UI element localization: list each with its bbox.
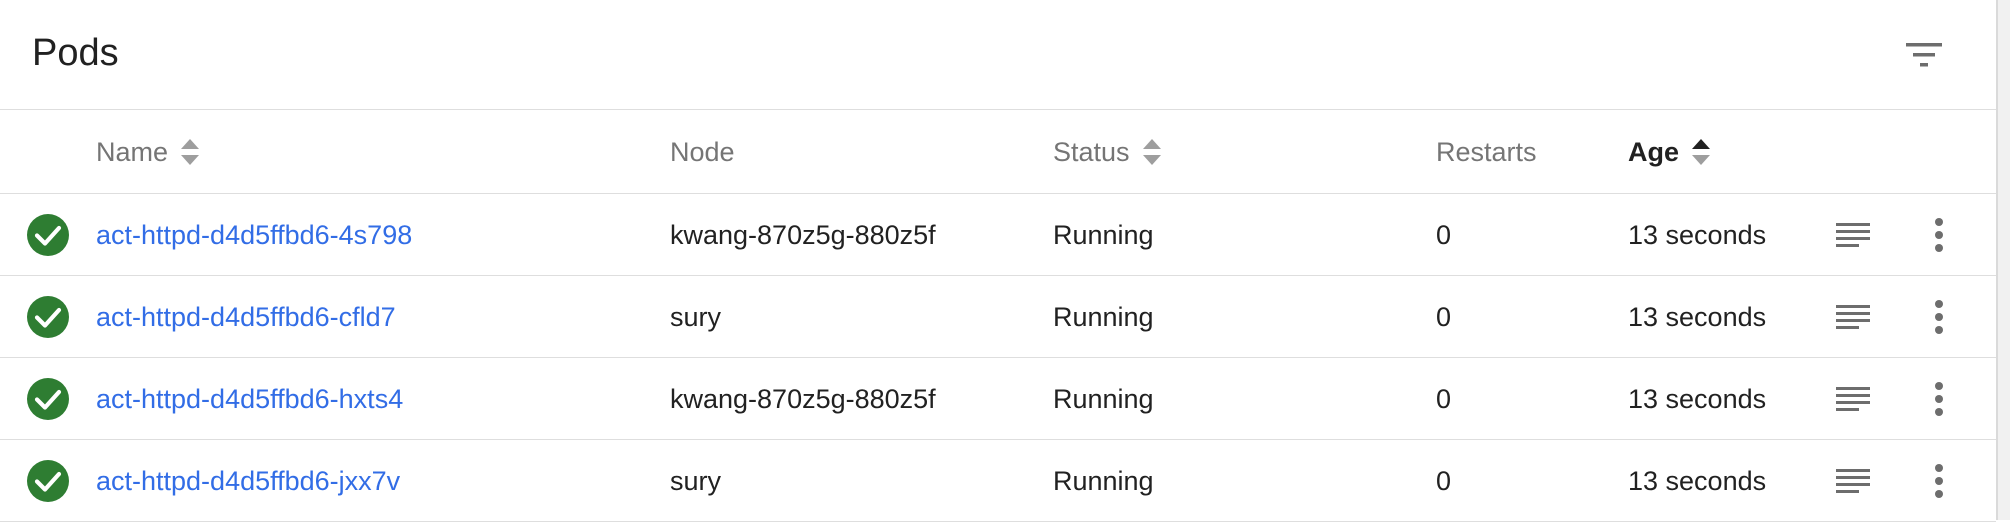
pod-node: sury [670,301,722,332]
pod-name-link[interactable]: act-httpd-d4d5ffbd6-hxts4 [96,358,403,440]
table-row: act-httpd-d4d5ffbd6-hxts4 kwang-870z5g-8… [0,358,1996,440]
pod-status: Running [1053,383,1154,414]
pod-restarts: 0 [1436,465,1452,496]
pod-node: sury [670,465,722,496]
pods-card: Pods Name Node Status Restarts Age act-h… [0,0,1998,522]
card-title: Pods [32,32,119,74]
column-label-age: Age [1628,136,1680,167]
scrollbar[interactable] [1998,0,2010,520]
card-header: Pods [0,0,1996,110]
more-actions-button[interactable] [1914,374,1964,424]
table-row: act-httpd-d4d5ffbd6-cfld7 sury Running 0… [0,276,1996,358]
pod-name-link[interactable]: act-httpd-d4d5ffbd6-4s798 [96,194,412,276]
column-header-status: Status [1053,110,1162,194]
more-vert-icon [1935,382,1943,416]
logs-icon [1836,469,1870,493]
column-label-node: Node [670,136,735,167]
logs-icon [1836,305,1870,329]
filter-icon [1906,43,1942,67]
logs-icon [1836,387,1870,411]
pod-status: Running [1053,219,1154,250]
sort-name-button[interactable] [180,137,200,167]
more-actions-button[interactable] [1914,292,1964,342]
check-circle-icon [27,378,69,420]
more-vert-icon [1935,464,1943,498]
more-vert-icon [1935,218,1943,252]
pod-node: kwang-870z5g-880z5f [670,383,936,414]
column-label-name: Name [96,136,169,167]
logs-button[interactable] [1828,292,1878,342]
column-header-node: Node [670,110,735,194]
more-actions-button[interactable] [1914,210,1964,260]
pod-restarts: 0 [1436,219,1452,250]
sort-status-button[interactable] [1142,137,1162,167]
more-actions-button[interactable] [1914,456,1964,506]
logs-icon [1836,223,1870,247]
pod-restarts: 0 [1436,301,1452,332]
pod-status: Running [1053,465,1154,496]
pod-node: kwang-870z5g-880z5f [670,219,936,250]
check-circle-icon [27,460,69,502]
logs-button[interactable] [1828,456,1878,506]
filter-button[interactable] [1896,30,1952,80]
sort-icon [181,139,200,165]
pod-name-link[interactable]: act-httpd-d4d5ffbd6-jxx7v [96,440,400,522]
pod-age: 13 seconds [1628,383,1767,414]
logs-button[interactable] [1828,210,1878,260]
pod-age: 13 seconds [1628,465,1767,496]
column-header-age: Age [1628,110,1711,194]
sort-age-button[interactable] [1691,137,1711,167]
more-vert-icon [1935,300,1943,334]
pod-age: 13 seconds [1628,219,1767,250]
logs-button[interactable] [1828,374,1878,424]
pod-age: 13 seconds [1628,301,1767,332]
sort-ascending-icon [1692,139,1711,165]
pod-status: Running [1053,301,1154,332]
table-row: act-httpd-d4d5ffbd6-4s798 kwang-870z5g-8… [0,194,1996,276]
column-header-name: Name [96,110,200,194]
sort-icon [1142,139,1161,165]
column-label-status: Status [1053,136,1130,167]
pod-restarts: 0 [1436,383,1452,414]
column-label-restarts: Restarts [1436,136,1537,167]
table-header: Name Node Status Restarts Age [0,110,1996,194]
table-row: act-httpd-d4d5ffbd6-jxx7v sury Running 0… [0,440,1996,522]
check-circle-icon [27,214,69,256]
column-header-restarts: Restarts [1436,110,1537,194]
pod-name-link[interactable]: act-httpd-d4d5ffbd6-cfld7 [96,276,396,358]
check-circle-icon [27,296,69,338]
